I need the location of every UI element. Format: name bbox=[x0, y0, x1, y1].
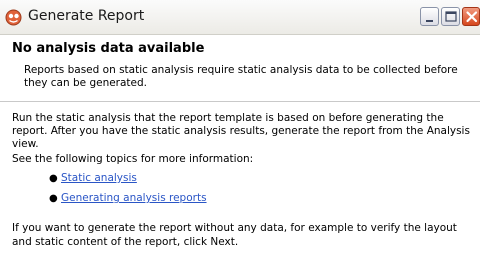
close-icon bbox=[466, 11, 478, 23]
close-button[interactable] bbox=[462, 7, 480, 26]
generate-without-data-paragraph: If you want to generate the report witho… bbox=[12, 222, 457, 248]
instructions-paragraph: Run the static analysis that the report … bbox=[12, 112, 470, 150]
header-message: Reports based on static analysis require… bbox=[24, 64, 458, 89]
minimize-button[interactable] bbox=[420, 7, 439, 26]
message-header: No analysis data available Reports based… bbox=[0, 35, 480, 102]
minimize-icon bbox=[426, 20, 433, 22]
maximize-icon bbox=[445, 11, 457, 22]
window-title: Generate Report bbox=[28, 8, 145, 24]
static-analysis-link[interactable]: Static analysis bbox=[61, 172, 137, 185]
report-wizard-icon bbox=[5, 9, 22, 26]
header-title: No analysis data available bbox=[12, 41, 205, 56]
bullet-icon: ● bbox=[49, 173, 58, 184]
bullet-icon: ● bbox=[49, 193, 58, 204]
maximize-button[interactable] bbox=[441, 7, 460, 26]
title-bar[interactable]: Generate Report bbox=[0, 0, 480, 35]
dialog-body: Run the static analysis that the report … bbox=[0, 102, 480, 263]
generate-report-dialog: Generate Report No analysis data availab… bbox=[0, 0, 480, 263]
generating-analysis-reports-link[interactable]: Generating analysis reports bbox=[61, 192, 207, 205]
see-topics-label: See the following topics for more inform… bbox=[12, 153, 254, 165]
